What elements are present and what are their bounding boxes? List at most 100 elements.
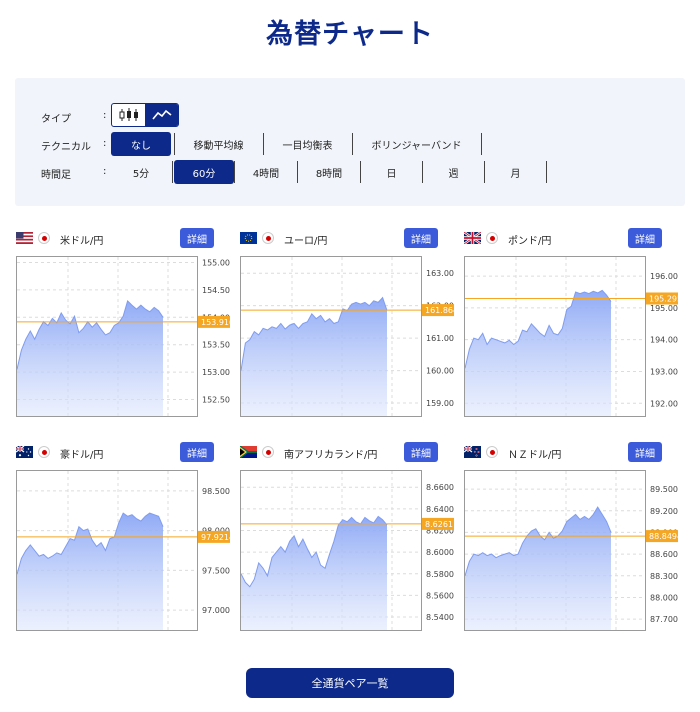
all-currency-pairs-button[interactable]: 全通貨ペア一覧 (246, 668, 454, 698)
current-price-label: 195.2952 (649, 294, 678, 303)
us-flag-icon (16, 232, 33, 244)
card-header: ポンド/円 詳細 (464, 227, 678, 249)
period-5min[interactable]: 5分 (111, 160, 171, 184)
rate-chart: 87.700088.000088.300088.600088.900089.20… (464, 470, 678, 631)
y-tick-label: 159.0000 (426, 399, 454, 408)
period-label: 時間足 (41, 170, 71, 181)
jp-flag-icon (262, 446, 274, 458)
eu-flag-icon (240, 232, 257, 244)
period-week[interactable]: 週 (423, 160, 484, 184)
y-tick-label: 87.7000 (650, 615, 678, 624)
y-tick-label: 192.0000 (650, 399, 678, 408)
current-price-label: 8.6261 (425, 520, 453, 529)
y-tick-label: 194.0000 (650, 336, 678, 345)
y-tick-label: 8.5600 (426, 591, 454, 600)
card-header: 南アフリカランド/円 詳細 (240, 441, 454, 463)
rate-chart: 8.54008.56008.58008.60008.62008.64008.66… (240, 470, 454, 631)
nz-flag-icon (464, 446, 481, 458)
pair-name: 南アフリカランド/円 (284, 450, 378, 461)
y-tick-label: 8.6000 (426, 548, 454, 557)
y-tick-label: 8.5400 (426, 613, 454, 622)
y-tick-label: 8.6400 (426, 505, 454, 514)
card-header: 豪ドル/円 詳細 (16, 441, 230, 463)
card-header: ＮＺドル/円 詳細 (464, 441, 678, 463)
rate-chart: 97.000097.500098.000098.500006:0021:0012… (16, 470, 230, 631)
current-price-label: 97.9214 (201, 533, 230, 542)
line-chart-icon (151, 109, 171, 120)
jp-flag-icon (38, 232, 50, 244)
y-tick-label: 88.6000 (650, 550, 678, 559)
detail-button[interactable]: 詳細 (628, 228, 662, 248)
line-chart-button[interactable] (145, 104, 178, 126)
y-tick-label: 153.0000 (202, 368, 230, 377)
jp-flag-icon (262, 232, 274, 244)
currency-card-zar-jpy: 南アフリカランド/円 詳細 8.5400 8.5600 8.5800 8.6000 8.… (240, 441, 454, 633)
type-label: タイプ (41, 114, 71, 125)
currency-card-aud-jpy: 豪ドル/円 詳細 97.000097.500098.000098.500006:… (16, 441, 230, 633)
divider (172, 161, 173, 183)
pair-name: 米ドル/円 (60, 236, 104, 247)
y-tick-label: 98.5000 (202, 487, 230, 496)
y-tick-label: 195.0000 (650, 304, 678, 313)
candlestick-icon (119, 108, 138, 121)
y-tick-label: 152.5000 (202, 396, 230, 405)
period-60min[interactable]: 60分 (174, 160, 234, 184)
card-header: ユーロ/円 詳細 (240, 227, 454, 249)
technical-colon: : (103, 138, 107, 149)
pair-name: ＮＺドル/円 (508, 450, 562, 461)
period-month[interactable]: 月 (485, 160, 546, 184)
period-4h[interactable]: 4時間 (235, 160, 297, 184)
current-price-label: 88.8494 (649, 532, 678, 541)
chart-type-toggle (111, 103, 179, 127)
current-price-label: 153.9168 (201, 318, 230, 327)
divider (481, 133, 482, 155)
y-tick-label: 160.0000 (426, 367, 454, 376)
period-colon: : (103, 166, 107, 177)
za-flag-icon (240, 446, 257, 458)
y-tick-label: 8.6600 (426, 483, 454, 492)
y-tick-label: 88.0000 (650, 593, 678, 602)
chart-controls: タイプ : テクニカル : なし 移動平均線 一目均衡表 ボリンジャーバンド 時… (15, 78, 685, 206)
rate-chart: 159.0000160.0000161.0000162.0000163.0000… (240, 256, 454, 417)
y-tick-label: 89.5000 (650, 485, 678, 494)
y-tick-label: 97.5000 (202, 566, 230, 575)
divider (546, 161, 547, 183)
y-tick-label: 153.5000 (202, 341, 230, 350)
jp-flag-icon (486, 446, 498, 458)
au-flag-icon (16, 446, 33, 458)
y-tick-label: 161.0000 (426, 334, 454, 343)
technical-ichimoku[interactable]: 一目均衡表 (264, 132, 351, 156)
y-tick-label: 196.0000 (650, 272, 678, 281)
detail-button[interactable]: 詳細 (628, 442, 662, 462)
current-price-label: 161.8644 (425, 306, 454, 315)
detail-button[interactable]: 詳細 (180, 228, 214, 248)
rate-chart: 192.0000 193.0000 194.0000 195.0000 196.0000… (464, 256, 678, 417)
detail-button[interactable]: 詳細 (404, 442, 438, 462)
period-day[interactable]: 日 (361, 160, 422, 184)
y-tick-label: 163.0000 (426, 269, 454, 278)
currency-card-gbp-jpy: ポンド/円 詳細 192.0000 193.0000 194.0000 195.000… (464, 227, 678, 419)
y-tick-label: 193.0000 (650, 367, 678, 376)
page-title: 為替チャート (266, 19, 434, 50)
technical-moving-average[interactable]: 移動平均線 (175, 132, 262, 156)
candlestick-button[interactable] (112, 104, 145, 126)
rate-chart: 152.5000153.0000153.5000154.0000154.5000… (16, 256, 230, 417)
currency-card-usd-jpy: 米ドル/円 詳細 152.5000153.0000153.5000154.000… (16, 227, 230, 419)
y-tick-label: 154.5000 (202, 286, 230, 295)
currency-card-eur-jpy: ユーロ/円 詳細 159.0000160.0000161.0000162.000… (240, 227, 454, 419)
y-tick-label: 97.0000 (202, 606, 230, 615)
detail-button[interactable]: 詳細 (180, 442, 214, 462)
technical-bollinger[interactable]: ボリンジャーバンド (353, 132, 480, 156)
uk-flag-icon (464, 232, 481, 244)
pair-name: ユーロ/円 (284, 236, 328, 247)
type-colon: : (103, 110, 107, 121)
technical-label: テクニカル (41, 142, 91, 153)
detail-button[interactable]: 詳細 (404, 228, 438, 248)
technical-none[interactable]: なし (111, 132, 171, 156)
y-tick-label: 155.0000 (202, 258, 230, 267)
period-8h[interactable]: 8時間 (298, 160, 360, 184)
jp-flag-icon (486, 232, 498, 244)
pair-name: ポンド/円 (508, 236, 552, 247)
card-header: 米ドル/円 詳細 (16, 227, 230, 249)
y-tick-label: 88.3000 (650, 572, 678, 581)
